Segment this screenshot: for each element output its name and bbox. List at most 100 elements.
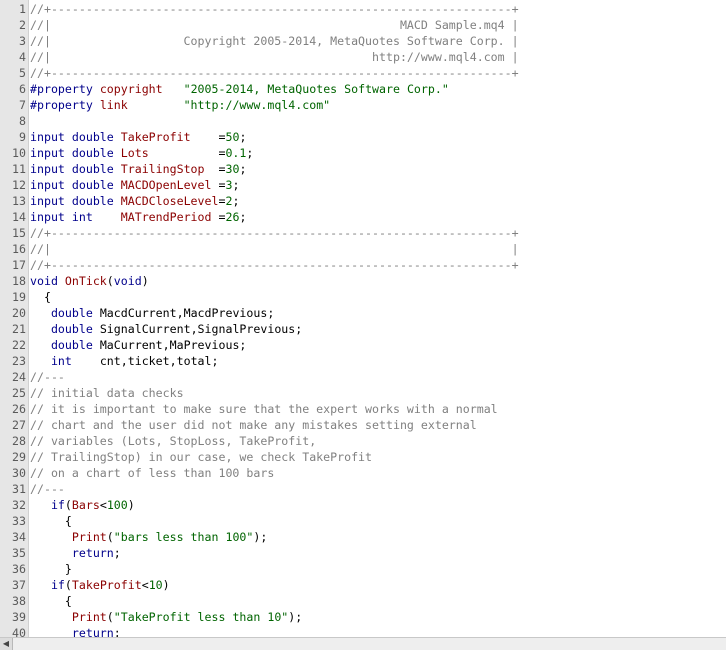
line-text: // variables (Lots, StopLoss, TakeProfit… — [30, 433, 316, 449]
code-line[interactable]: 24 //--- — [0, 369, 726, 385]
code-line[interactable]: 4 //| http://www.mql4.com | — [0, 49, 726, 65]
code-line[interactable]: 12 input double MACDOpenLevel =3; — [0, 177, 726, 193]
code-line[interactable]: 36 } — [0, 561, 726, 577]
code-token: // chart and the user did not make any m… — [30, 418, 477, 432]
line-number: 5 — [19, 66, 26, 80]
code-line[interactable]: 18 void OnTick(void) — [0, 273, 726, 289]
code-token: ( — [106, 610, 114, 624]
code-area[interactable]: 1 //+------------------------------------… — [0, 0, 726, 637]
code-token: MaCurrent,MaPrevious; — [92, 338, 247, 352]
line-number: 22 — [12, 338, 26, 352]
code-line[interactable]: 33 { — [0, 513, 726, 529]
code-line[interactable]: 31 //--- — [0, 481, 726, 497]
code-line[interactable]: 3 //| Copyright 2005-2014, MetaQuotes Sof… — [0, 33, 726, 49]
code-token: double — [50, 322, 93, 336]
code-line[interactable]: 5 //+------------------------------------… — [0, 65, 726, 81]
code-line[interactable]: 23 int cnt,ticket,total; — [0, 353, 726, 369]
code-line[interactable]: 27 // chart and the user did not make any… — [0, 417, 726, 433]
code-token: ) — [162, 578, 170, 592]
line-text: input double MACDCloseLevel=2; — [30, 193, 239, 209]
horizontal-scrollbar[interactable]: ◀ — [0, 637, 726, 650]
scroll-left-arrow-icon[interactable]: ◀ — [0, 638, 13, 650]
code-line[interactable]: 38 { — [0, 593, 726, 609]
code-line[interactable]: 22 double MaCurrent,MaPrevious; — [0, 337, 726, 353]
code-token: double — [50, 338, 93, 352]
line-number: 33 — [12, 514, 26, 528]
code-line[interactable]: 11 input double TrailingStop =30; — [0, 161, 726, 177]
line-number: 31 — [12, 482, 26, 496]
code-token: copyright — [99, 82, 163, 96]
code-line[interactable]: 14 input int MATrendPeriod =26; — [0, 209, 726, 225]
code-token: { — [30, 290, 51, 304]
code-editor[interactable]: 1 //+------------------------------------… — [0, 0, 726, 637]
code-token: input double — [30, 194, 114, 208]
code-token: // on a chart of less than 100 bars — [30, 466, 275, 480]
line-number: 40 — [12, 626, 26, 637]
code-line[interactable]: 32 if(Bars<100) — [0, 497, 726, 513]
code-line[interactable]: 28 // variables (Lots, StopLoss, TakeProf… — [0, 433, 726, 449]
code-token: input double — [30, 130, 114, 144]
code-line[interactable]: 21 double SignalCurrent,SignalPrevious; — [0, 321, 726, 337]
line-text: //+-------------------------------------… — [30, 257, 519, 273]
code-token: ( — [64, 578, 72, 592]
code-line[interactable]: 17 //+-----------------------------------… — [0, 257, 726, 273]
code-line[interactable]: 1 //+------------------------------------… — [0, 1, 726, 17]
code-token: 50 — [225, 130, 240, 144]
code-line[interactable]: 30 // on a chart of less than 100 bars — [0, 465, 726, 481]
code-line[interactable]: 13 input double MACDCloseLevel=2; — [0, 193, 726, 209]
code-line[interactable]: 10 input double Lots =0.1; — [0, 145, 726, 161]
code-token: ; — [246, 146, 254, 160]
code-line[interactable]: 19 { — [0, 289, 726, 305]
line-text: // initial data checks — [30, 385, 184, 401]
code-line[interactable]: 6 #property copyright "2005-2014, MetaQuo… — [0, 81, 726, 97]
line-text: input double MACDOpenLevel =3; — [30, 177, 239, 193]
line-number: 7 — [19, 98, 26, 112]
code-token: = — [204, 162, 226, 176]
code-token: //| MACD Sample.mq4 | — [30, 18, 519, 32]
code-line[interactable]: 16 //| | — [0, 241, 726, 257]
code-line[interactable]: 7 #property link "http://www.mql4.com" — [0, 97, 726, 113]
code-line[interactable]: 34 Print("bars less than 100"); — [0, 529, 726, 545]
code-token: "bars less than 100" — [113, 530, 254, 544]
code-token: #property — [30, 98, 93, 112]
code-token: ; — [239, 130, 247, 144]
line-text: double MaCurrent,MaPrevious; — [30, 337, 246, 353]
line-number: 23 — [12, 354, 26, 368]
code-line[interactable]: 40 return; — [0, 625, 726, 637]
code-line[interactable]: 37 if(TakeProfit<10) — [0, 577, 726, 593]
code-line[interactable]: 8 — [0, 113, 726, 129]
line-number: 13 — [12, 194, 26, 208]
code-token: Lots — [120, 146, 149, 160]
line-text: input int MATrendPeriod =26; — [30, 209, 246, 225]
code-token: //| http://www.mql4.com | — [30, 50, 519, 64]
code-token: 0.1 — [225, 146, 247, 160]
line-number: 38 — [12, 594, 26, 608]
line-text: return; — [30, 625, 121, 637]
code-token: // variables (Lots, StopLoss, TakeProfit… — [30, 434, 317, 448]
code-line[interactable]: 20 double MacdCurrent,MacdPrevious; — [0, 305, 726, 321]
code-token: void — [113, 274, 142, 288]
code-line[interactable]: 39 Print("TakeProfit less than 10"); — [0, 609, 726, 625]
code-line[interactable]: 29 // TrailingStop) in our case, we check… — [0, 449, 726, 465]
code-line[interactable]: 26 // it is important to make sure that t… — [0, 401, 726, 417]
line-number: 25 — [12, 386, 26, 400]
code-line[interactable]: 15 //+-----------------------------------… — [0, 225, 726, 241]
code-line[interactable]: 25 // initial data checks — [0, 385, 726, 401]
code-token: //+-------------------------------------… — [30, 2, 519, 16]
code-token: Print — [71, 530, 107, 544]
code-token: Print — [71, 610, 107, 624]
code-line[interactable]: 35 return; — [0, 545, 726, 561]
line-text: } — [30, 561, 72, 577]
code-line[interactable]: 2 //| MACD Sample.mq4 | — [0, 17, 726, 33]
scrollbar-track[interactable] — [13, 638, 726, 650]
code-line[interactable]: 9 input double TakeProfit =50; — [0, 129, 726, 145]
code-token: // TrailingStop) in our case, we check T… — [30, 450, 373, 464]
